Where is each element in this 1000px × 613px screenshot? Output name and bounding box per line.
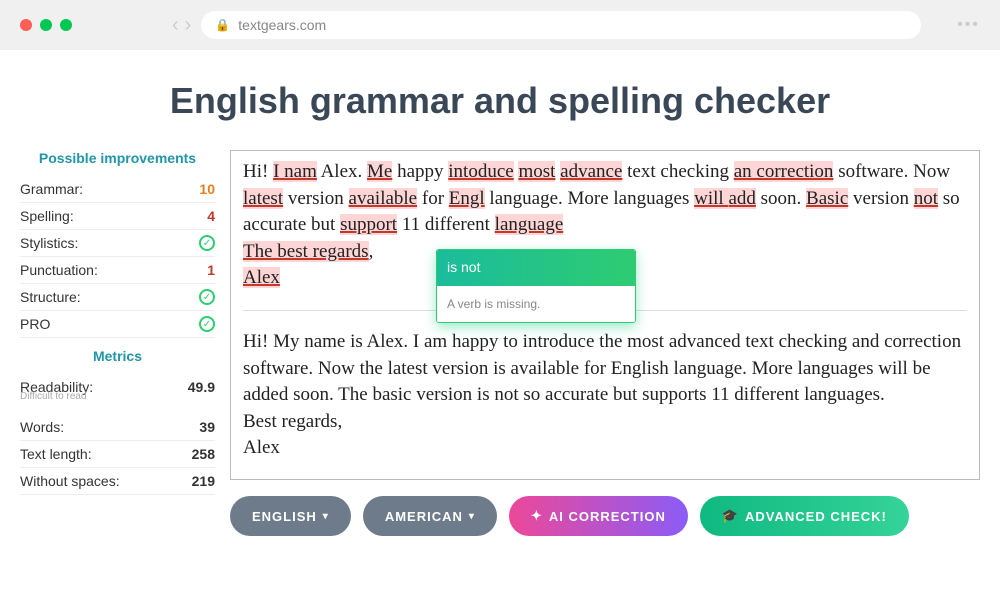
editor-box[interactable]: Hi! I nam Alex. Me happy intoduce most a… bbox=[230, 150, 980, 480]
stat-label: Structure: bbox=[20, 289, 81, 305]
variant-select[interactable]: AMERICAN ▾ bbox=[363, 496, 497, 536]
error-highlight[interactable]: most bbox=[518, 161, 555, 182]
window-controls bbox=[20, 19, 72, 31]
wand-icon: ✦ bbox=[531, 508, 543, 524]
graduation-cap-icon: 🎓 bbox=[722, 508, 739, 524]
error-highlight[interactable]: intoduce bbox=[448, 161, 513, 182]
stat-label: Without spaces: bbox=[20, 473, 120, 489]
error-highlight[interactable]: advance bbox=[560, 161, 622, 182]
readability-note: Difficult to read bbox=[20, 391, 215, 402]
error-highlight[interactable]: I nam bbox=[273, 161, 317, 182]
error-highlight[interactable]: not bbox=[914, 188, 938, 209]
language-select[interactable]: ENGLISH ▾ bbox=[230, 496, 351, 536]
error-highlight[interactable]: latest bbox=[243, 188, 283, 209]
button-row: ENGLISH ▾ AMERICAN ▾ ✦ AI CORRECTION 🎓 A… bbox=[230, 496, 980, 536]
stat-words: Words: 39 bbox=[20, 414, 215, 441]
button-label: ENGLISH bbox=[252, 509, 317, 524]
stat-label: Grammar: bbox=[20, 181, 83, 197]
error-highlight[interactable]: support bbox=[340, 214, 397, 235]
url-text: textgears.com bbox=[238, 17, 326, 33]
check-icon: ✓ bbox=[199, 289, 215, 305]
advanced-check-button[interactable]: 🎓 ADVANCED CHECK! bbox=[700, 496, 909, 536]
button-label: AI CORRECTION bbox=[549, 509, 666, 524]
more-icon[interactable]: ••• bbox=[957, 16, 980, 34]
page-title: English grammar and spelling checker bbox=[0, 80, 1000, 122]
sidebar: Possible improvements Grammar: 10 Spelli… bbox=[20, 150, 230, 536]
stat-value: 49.9 bbox=[188, 379, 215, 395]
error-highlight[interactable]: Me bbox=[367, 161, 392, 182]
error-highlight[interactable]: language bbox=[495, 214, 564, 235]
button-label: AMERICAN bbox=[385, 509, 463, 524]
tooltip-suggestion[interactable]: is not bbox=[437, 250, 635, 286]
stat-label: Text length: bbox=[20, 446, 92, 462]
editor-column: Hi! I nam Alex. Me happy intoduce most a… bbox=[230, 150, 980, 536]
check-icon: ✓ bbox=[199, 235, 215, 251]
stat-spelling: Spelling: 4 bbox=[20, 203, 215, 230]
stat-value: 39 bbox=[199, 419, 215, 435]
stat-punctuation: Punctuation: 1 bbox=[20, 257, 215, 284]
stat-label: Stylistics: bbox=[20, 235, 78, 251]
stat-label: Spelling: bbox=[20, 208, 74, 224]
minimize-window-dot[interactable] bbox=[40, 19, 52, 31]
error-highlight[interactable]: add bbox=[728, 188, 755, 209]
error-highlight[interactable]: an correction bbox=[734, 161, 834, 182]
stat-grammar: Grammar: 10 bbox=[20, 176, 215, 203]
maximize-window-dot[interactable] bbox=[60, 19, 72, 31]
stat-textlength: Text length: 258 bbox=[20, 441, 215, 468]
stat-value: 219 bbox=[192, 473, 215, 489]
lock-icon: 🔒 bbox=[215, 18, 230, 32]
url-bar[interactable]: 🔒 textgears.com bbox=[201, 11, 921, 39]
error-highlight[interactable]: available bbox=[349, 188, 418, 209]
stat-withoutspaces: Without spaces: 219 bbox=[20, 468, 215, 495]
button-label: ADVANCED CHECK! bbox=[745, 509, 887, 524]
nav-arrows: ‹ › bbox=[172, 14, 191, 37]
browser-chrome: ‹ › 🔒 textgears.com ••• bbox=[0, 0, 1000, 50]
tooltip-explanation: A verb is missing. bbox=[437, 286, 635, 323]
back-icon[interactable]: ‹ bbox=[172, 14, 179, 37]
check-icon: ✓ bbox=[199, 316, 215, 332]
error-highlight[interactable]: Engl bbox=[449, 188, 485, 209]
stat-value: 4 bbox=[207, 208, 215, 224]
improvements-heading: Possible improvements bbox=[20, 150, 215, 166]
error-highlight[interactable]: The best regards bbox=[243, 241, 369, 262]
corrected-text[interactable]: Hi! My name is Alex. I am happy to intro… bbox=[243, 329, 967, 462]
stat-label: Words: bbox=[20, 419, 64, 435]
stat-value: 258 bbox=[192, 446, 215, 462]
error-highlight[interactable]: Basic bbox=[806, 188, 848, 209]
forward-icon[interactable]: › bbox=[185, 14, 192, 37]
error-highlight[interactable]: Alex bbox=[243, 267, 280, 288]
ai-correction-button[interactable]: ✦ AI CORRECTION bbox=[509, 496, 688, 536]
stat-pro: PRO ✓ bbox=[20, 311, 215, 338]
close-window-dot[interactable] bbox=[20, 19, 32, 31]
stat-structure: Structure: ✓ bbox=[20, 284, 215, 311]
error-highlight[interactable]: will bbox=[694, 188, 728, 209]
metrics-heading: Metrics bbox=[20, 348, 215, 364]
chevron-down-icon: ▾ bbox=[469, 511, 475, 522]
stat-label: Punctuation: bbox=[20, 262, 98, 278]
stat-stylistics: Stylistics: ✓ bbox=[20, 230, 215, 257]
stat-label: PRO bbox=[20, 316, 50, 332]
stat-value: 1 bbox=[207, 262, 215, 278]
chevron-down-icon: ▾ bbox=[323, 511, 329, 522]
suggestion-tooltip[interactable]: is not A verb is missing. bbox=[436, 249, 636, 323]
page-content: English grammar and spelling checker Pos… bbox=[0, 50, 1000, 613]
stat-value: 10 bbox=[199, 181, 215, 197]
